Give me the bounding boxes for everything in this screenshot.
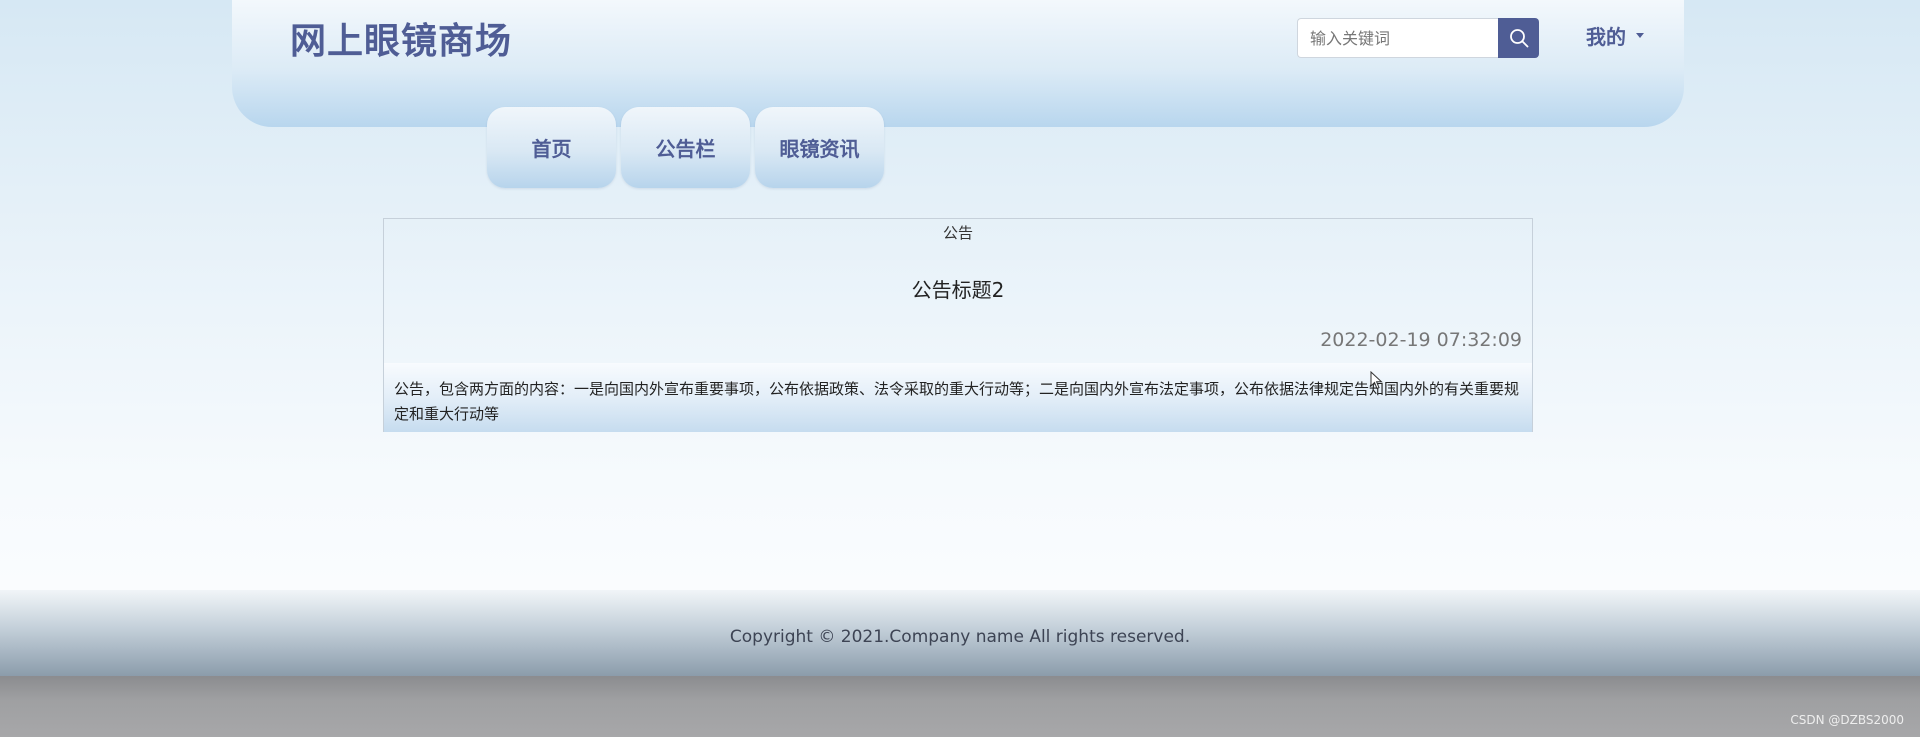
search-icon <box>1509 29 1528 48</box>
bottom-bar: CSDN @DZBS2000 <box>0 676 1920 737</box>
watermark-text: CSDN @DZBS2000 <box>1790 713 1904 727</box>
search-button[interactable] <box>1498 18 1539 58</box>
notice-date: 2022-02-19 07:32:09 <box>1320 329 1522 351</box>
notice-title: 公告标题2 <box>911 278 1005 302</box>
caret-down-icon <box>1636 32 1644 38</box>
mouse-cursor-icon <box>1370 371 1383 390</box>
nav-tab-notice-board[interactable]: 公告栏 <box>621 107 750 188</box>
notice-section-label: 公告 <box>942 224 973 242</box>
user-menu-dropdown[interactable]: 我的 <box>1586 22 1644 49</box>
nav-tab-home[interactable]: 首页 <box>487 107 616 188</box>
main-nav: 首页 公告栏 眼镜资讯 <box>487 107 884 188</box>
copyright-text: Copyright © 2021.Company name All rights… <box>729 627 1191 647</box>
notice-detail-panel: 公告 公告标题2 2022-02-19 07:32:09 公告，包含两方面的内容… <box>383 218 1533 432</box>
footer: Copyright © 2021.Company name All rights… <box>0 590 1920 676</box>
nav-tab-glasses-news[interactable]: 眼镜资讯 <box>755 107 884 188</box>
notice-content: 公告，包含两方面的内容：一是向国内外宣布重要事项，公布依据政策、法令采取的重大行… <box>384 363 1532 432</box>
search-input[interactable] <box>1297 18 1498 58</box>
site-title[interactable]: 网上眼镜商场 <box>290 12 512 64</box>
user-menu-label: 我的 <box>1586 24 1626 49</box>
